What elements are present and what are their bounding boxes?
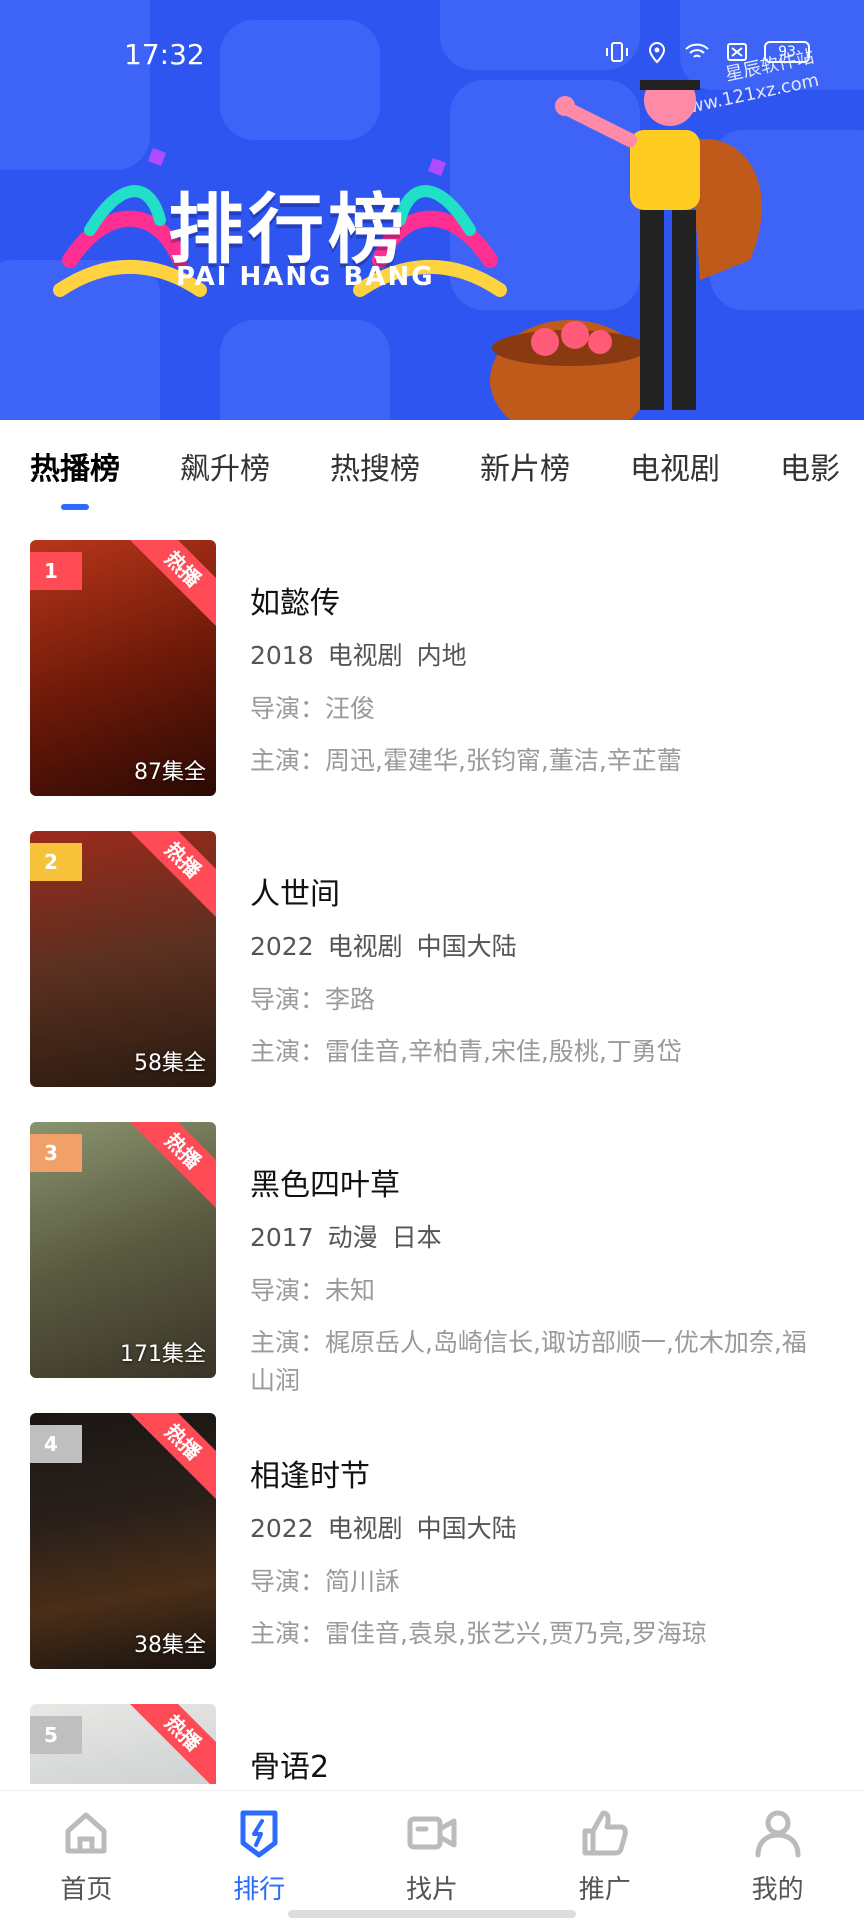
item-title[interactable]: 黑色四叶草 xyxy=(250,1160,830,1204)
wifi-icon xyxy=(684,40,710,64)
list-item[interactable]: 4 热播 38集全 相逢时节 2022 电视剧 中国大陆 导演：简川訸 主演：雷佳音… xyxy=(0,1413,864,1673)
rank-badge: 5 xyxy=(30,1716,82,1754)
nav-home[interactable]: 首页 xyxy=(0,1791,173,1920)
home-indicator[interactable] xyxy=(288,1910,576,1918)
tab-movie[interactable]: 电影 xyxy=(780,440,840,500)
hot-badge: 热播 xyxy=(125,1704,216,1784)
item-info: 相逢时节 2022 电视剧 中国大陆 导演：简川訸 主演：雷佳音,袁泉,张艺兴,贾乃… xyxy=(250,1451,830,1667)
poster-image[interactable]: 2 热播 58集全 xyxy=(30,831,216,1087)
tab-rising[interactable]: 飙升榜 xyxy=(180,440,270,500)
poster-image[interactable]: 5 热播 xyxy=(30,1704,216,1784)
item-info: 人世间 2022 电视剧 中国大陆 导演：李路 主演：雷佳音,辛柏青,宋佳,殷桃,丁… xyxy=(250,869,830,1085)
episode-count: 58集全 xyxy=(134,1051,206,1076)
item-meta: 2022 电视剧 中国大陆 xyxy=(250,932,517,961)
item-cast: 主演：周迅,霍建华,张钧甯,董洁,辛芷蕾 xyxy=(250,746,682,775)
ranking-icon xyxy=(240,1810,278,1858)
hot-badge: 热播 xyxy=(125,540,216,627)
tab-new[interactable]: 新片榜 xyxy=(480,440,570,500)
item-cast: 主演：梶原岳人,岛崎信长,诹访部顺一,优木加奈,福山润 xyxy=(250,1328,807,1395)
status-time: 17:32 xyxy=(124,38,205,71)
tab-tv-series[interactable]: 电视剧 xyxy=(630,440,720,500)
rank-badge: 2 xyxy=(30,843,82,881)
user-icon xyxy=(755,1810,801,1858)
item-meta: 2022 电视剧 中国大陆 xyxy=(250,1514,517,1543)
hot-badge: 热播 xyxy=(125,1413,216,1500)
item-title[interactable]: 相逢时节 xyxy=(250,1451,830,1495)
poster-image[interactable]: 3 热播 171集全 xyxy=(30,1122,216,1378)
tab-hot-search[interactable]: 热搜榜 xyxy=(330,440,420,500)
vibrate-icon xyxy=(604,40,630,64)
item-title[interactable]: 如懿传 xyxy=(250,578,830,622)
thumbs-up-icon xyxy=(582,1810,628,1856)
item-info: 如懿传 2018 电视剧 内地 导演：汪俊 主演：周迅,霍建华,张钧甯,董洁,辛芷蕾 xyxy=(250,578,830,794)
tab-hot-play[interactable]: 热播榜 xyxy=(30,440,120,510)
item-cast: 主演：雷佳音,辛柏青,宋佳,殷桃,丁勇岱 xyxy=(250,1037,682,1066)
episode-count: 171集全 xyxy=(120,1342,206,1367)
nav-mine[interactable]: 我的 xyxy=(691,1791,864,1920)
item-director: 导演：未知 xyxy=(250,1276,376,1305)
location-icon xyxy=(644,40,670,64)
item-cast: 主演：雷佳音,袁泉,张艺兴,贾乃亮,罗海琼 xyxy=(250,1619,707,1648)
rank-badge: 3 xyxy=(30,1134,82,1172)
list-item[interactable]: 1 热播 87集全 如懿传 2018 电视剧 内地 导演：汪俊 主演：周迅,霍建华,… xyxy=(0,540,864,800)
episode-count: 38集全 xyxy=(134,1633,206,1658)
item-director: 导演：简川訸 xyxy=(250,1567,401,1596)
list-item[interactable]: 3 热播 171集全 黑色四叶草 2017 动漫 日本 导演：未知 主演：梶原岳人,… xyxy=(0,1122,864,1395)
poster-image[interactable]: 4 热播 38集全 xyxy=(30,1413,216,1669)
item-title[interactable]: 人世间 xyxy=(250,869,830,913)
rank-badge: 1 xyxy=(30,552,82,590)
item-title[interactable]: 骨语2 xyxy=(250,1742,830,1784)
poster-image[interactable]: 1 热播 87集全 xyxy=(30,540,216,796)
ranking-page: 17:32 93 星辰软件站 www.121xz.com 排行榜 PAI HAN… xyxy=(0,0,864,1920)
item-meta: 2017 动漫 日本 xyxy=(250,1223,442,1252)
nav-ranking[interactable]: 排行 xyxy=(173,1791,346,1920)
ranking-banner: 17:32 93 星辰软件站 www.121xz.com 排行榜 PAI HAN… xyxy=(0,0,864,420)
ranking-tabs: 热播榜 飙升榜 热搜榜 新片榜 电视剧 电影 xyxy=(0,420,864,520)
item-info: 骨语2 xyxy=(250,1742,830,1784)
item-director: 导演：李路 xyxy=(250,985,376,1014)
list-item[interactable]: 2 热播 58集全 人世间 2022 电视剧 中国大陆 导演：李路 主演：雷佳音,辛… xyxy=(0,831,864,1091)
item-meta: 2018 电视剧 内地 xyxy=(250,641,467,670)
character-illustration-icon xyxy=(490,80,762,420)
item-info: 黑色四叶草 2017 动漫 日本 导演：未知 主演：梶原岳人,岛崎信长,诹访部顺一,… xyxy=(250,1160,830,1414)
rank-badge: 4 xyxy=(30,1425,82,1463)
nav-find[interactable]: 找片 xyxy=(346,1791,519,1920)
nav-promote[interactable]: 推广 xyxy=(518,1791,691,1920)
hot-badge: 热播 xyxy=(125,1122,216,1209)
list-item[interactable]: 5 热播 骨语2 xyxy=(0,1704,864,1784)
video-camera-icon xyxy=(407,1816,457,1850)
hot-badge: 热播 xyxy=(125,831,216,918)
home-icon xyxy=(65,1812,107,1854)
bottom-nav: 首页 排行 找片 推广 我的 xyxy=(0,1790,864,1920)
banner-subtitle: PAI HANG BANG xyxy=(176,262,435,292)
episode-count: 87集全 xyxy=(134,760,206,785)
item-director: 导演：汪俊 xyxy=(250,694,376,723)
